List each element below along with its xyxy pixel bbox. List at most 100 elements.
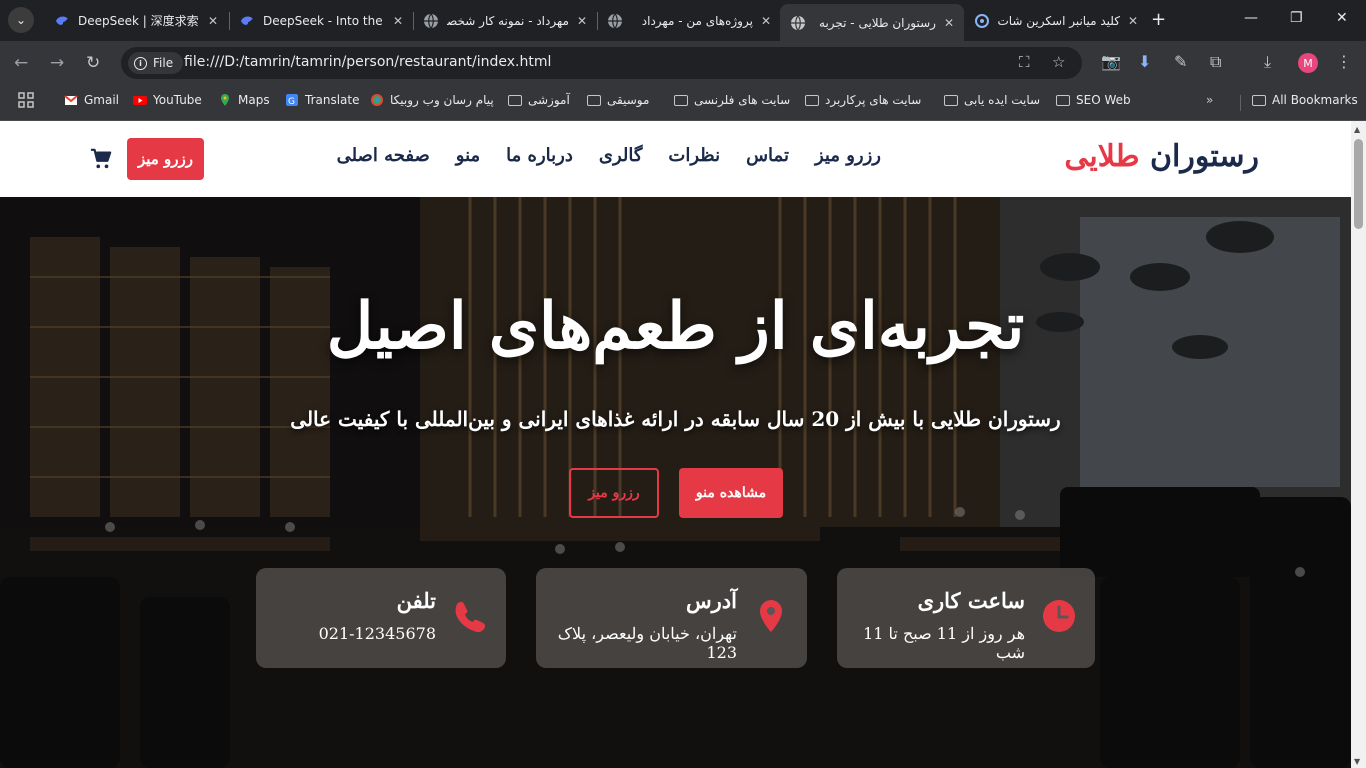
tab-title: مهرداد - نمونه کار شخصی [447,13,569,28]
downloads-icon[interactable]: ⤓ [1264,52,1271,72]
tab-title: کلید میانبر اسکرین شات [998,13,1120,28]
translate-page-icon[interactable]: ⛶ [1019,53,1030,71]
card-text: 021-12345678 [318,624,436,643]
all-bookmarks[interactable]: All Bookmarks [1252,93,1358,107]
tab-deepseek-1[interactable]: DeepSeek | 深度求索 ✕ [44,5,228,36]
tab-restaurant-active[interactable]: رستوران طلایی - تجربه ✕ [780,4,964,41]
hero-subtitle: رستوران طلایی با بیش از 20 سال سابقه در … [290,407,1061,431]
tab-screenshot-shortcut[interactable]: کلید میانبر اسکرین شات ✕ [964,5,1148,36]
view-menu-button[interactable]: مشاهده منو [679,468,783,518]
tab-portfolio[interactable]: مهرداد - نمونه کار شخصی ✕ [413,5,597,36]
apps-grid-icon[interactable] [18,92,34,108]
close-icon[interactable]: ✕ [577,14,587,28]
globe-icon [423,13,439,29]
close-icon[interactable]: ✕ [208,14,218,28]
download-extension-icon[interactable]: ⬇ [1138,52,1151,71]
location-pin-icon [760,600,782,632]
clock-icon [1043,600,1075,632]
shopping-cart-icon[interactable] [90,148,112,170]
bookmark-rubika[interactable]: پیام رسان وب روبیکا [370,93,494,107]
bookmarks-divider [1240,95,1241,111]
folder-icon [944,94,958,106]
maps-icon [221,94,229,106]
bookmark-youtube[interactable]: YouTube [133,93,202,107]
tab-deepseek-2[interactable]: DeepSeek - Into the Unknown ✕ [229,5,413,36]
site-logo[interactable]: رستوران طلایی [1064,139,1259,174]
nav-gallery[interactable]: گالری [599,145,643,166]
site-header: رستوران طلایی صفحه اصلی منو درباره ما گا… [0,121,1351,197]
more-menu-icon[interactable]: ⋮ [1336,52,1352,71]
close-icon[interactable]: ✕ [1128,14,1138,28]
nav-reserve[interactable]: رزرو میز [815,145,881,166]
camera-icon[interactable]: 📷 [1101,52,1121,71]
extensions-puzzle-icon[interactable]: ⧉ [1210,52,1221,72]
bookmark-folder-seo[interactable]: SEO Web [1056,93,1131,107]
tab-title: پروژه‌های من - مهرداد [641,13,753,28]
bookmarks-bar: Gmail YouTube Maps G Translate پیام رسان … [0,85,1366,121]
close-icon[interactable]: ✕ [761,14,771,28]
folder-icon [1252,94,1266,106]
info-card-hours: ساعت کاری هر روز از 11 صبح تا 11 شب [837,568,1095,668]
bookmark-star-icon[interactable]: ☆ [1052,53,1065,71]
bookmark-folder-music[interactable]: موسیقی [587,93,649,107]
youtube-icon [133,96,147,105]
folder-icon [508,94,522,106]
url-text[interactable]: file:///D:/tamrin/tamrin/person/restaura… [184,54,551,70]
bookmark-folder-popular[interactable]: سایت های پرکاربرد [805,93,921,107]
gmail-icon [64,95,78,105]
nav-about[interactable]: درباره ما [506,145,573,166]
folder-icon [587,94,601,106]
hero-reserve-button[interactable]: رزرو میز [569,468,659,518]
tab-projects[interactable]: پروژه‌های من - مهرداد ✕ [597,5,781,36]
scrollbar-thumb[interactable] [1354,139,1363,229]
bookmark-folder-education[interactable]: آموزشی [508,93,570,107]
card-text: هر روز از 11 صبح تا 11 شب [863,624,1025,662]
site-info-chip[interactable]: i File [128,52,184,74]
globe-icon [790,15,806,31]
card-title: ساعت کاری [917,588,1025,613]
header-reserve-button[interactable]: رزرو میز [127,138,204,180]
folder-icon [805,94,819,106]
nav-reviews[interactable]: نظرات [668,145,720,166]
card-title: تلفن [396,588,436,613]
tab-title: DeepSeek - Into the Unknown [263,13,385,28]
bookmarks-overflow-chevron-icon[interactable]: » [1206,93,1213,107]
page-viewport: رستوران طلایی صفحه اصلی منو درباره ما گا… [0,121,1351,768]
bookmark-translate[interactable]: G Translate [285,93,360,107]
restore-icon[interactable]: ❐ [1290,10,1303,26]
tab-search-chevron-icon[interactable]: ⌄ [8,7,34,33]
window-close-icon[interactable]: ✕ [1336,10,1348,26]
forward-arrow-icon[interactable]: → [50,53,64,73]
deepseek-icon [239,13,255,29]
globe-icon [607,13,623,29]
eyedropper-icon[interactable]: ✎ [1174,52,1187,71]
bookmark-folder-ideas[interactable]: سایت ایده یابی [944,93,1040,107]
scroll-up-arrow-icon[interactable]: ▲ [1354,125,1360,134]
translate-icon: G [286,94,298,107]
address-bar[interactable]: i File file:///D:/tamrin/tamrin/person/r… [121,47,1082,79]
scroll-down-arrow-icon[interactable]: ▼ [1354,757,1360,766]
bookmark-gmail[interactable]: Gmail [64,93,119,107]
bookmark-folder-freelance[interactable]: سایت های فلرنسی [674,93,790,107]
minimize-icon[interactable]: — [1244,10,1258,26]
back-arrow-icon[interactable]: ← [14,53,28,73]
tab-title: رستوران طلایی - تجربه [819,15,936,30]
folder-icon [674,94,688,106]
close-icon[interactable]: ✕ [393,14,403,28]
hero-section: تجربه‌ای از طعم‌های اصیل رستوران طلایی ب… [0,197,1351,768]
reload-icon[interactable]: ↻ [86,53,100,73]
phone-icon [455,601,486,633]
card-text: تهران، خیابان ولیعصر، پلاک 123 [557,624,737,662]
nav-home[interactable]: صفحه اصلی [337,145,430,166]
nav-contact[interactable]: تماس [746,145,789,166]
new-tab-plus-icon[interactable]: + [1151,9,1166,30]
profile-avatar[interactable]: M [1298,53,1318,73]
rubika-icon [371,94,383,106]
tab-title: DeepSeek | 深度求索 [78,14,199,28]
close-icon[interactable]: ✕ [944,16,954,30]
bookmark-maps[interactable]: Maps [218,93,270,107]
page-scrollbar[interactable]: ▲ ▼ [1351,121,1366,768]
hero-title: تجربه‌ای از طعم‌های اصیل [326,289,1025,364]
deepseek-icon [54,13,70,29]
nav-menu[interactable]: منو [456,145,480,166]
